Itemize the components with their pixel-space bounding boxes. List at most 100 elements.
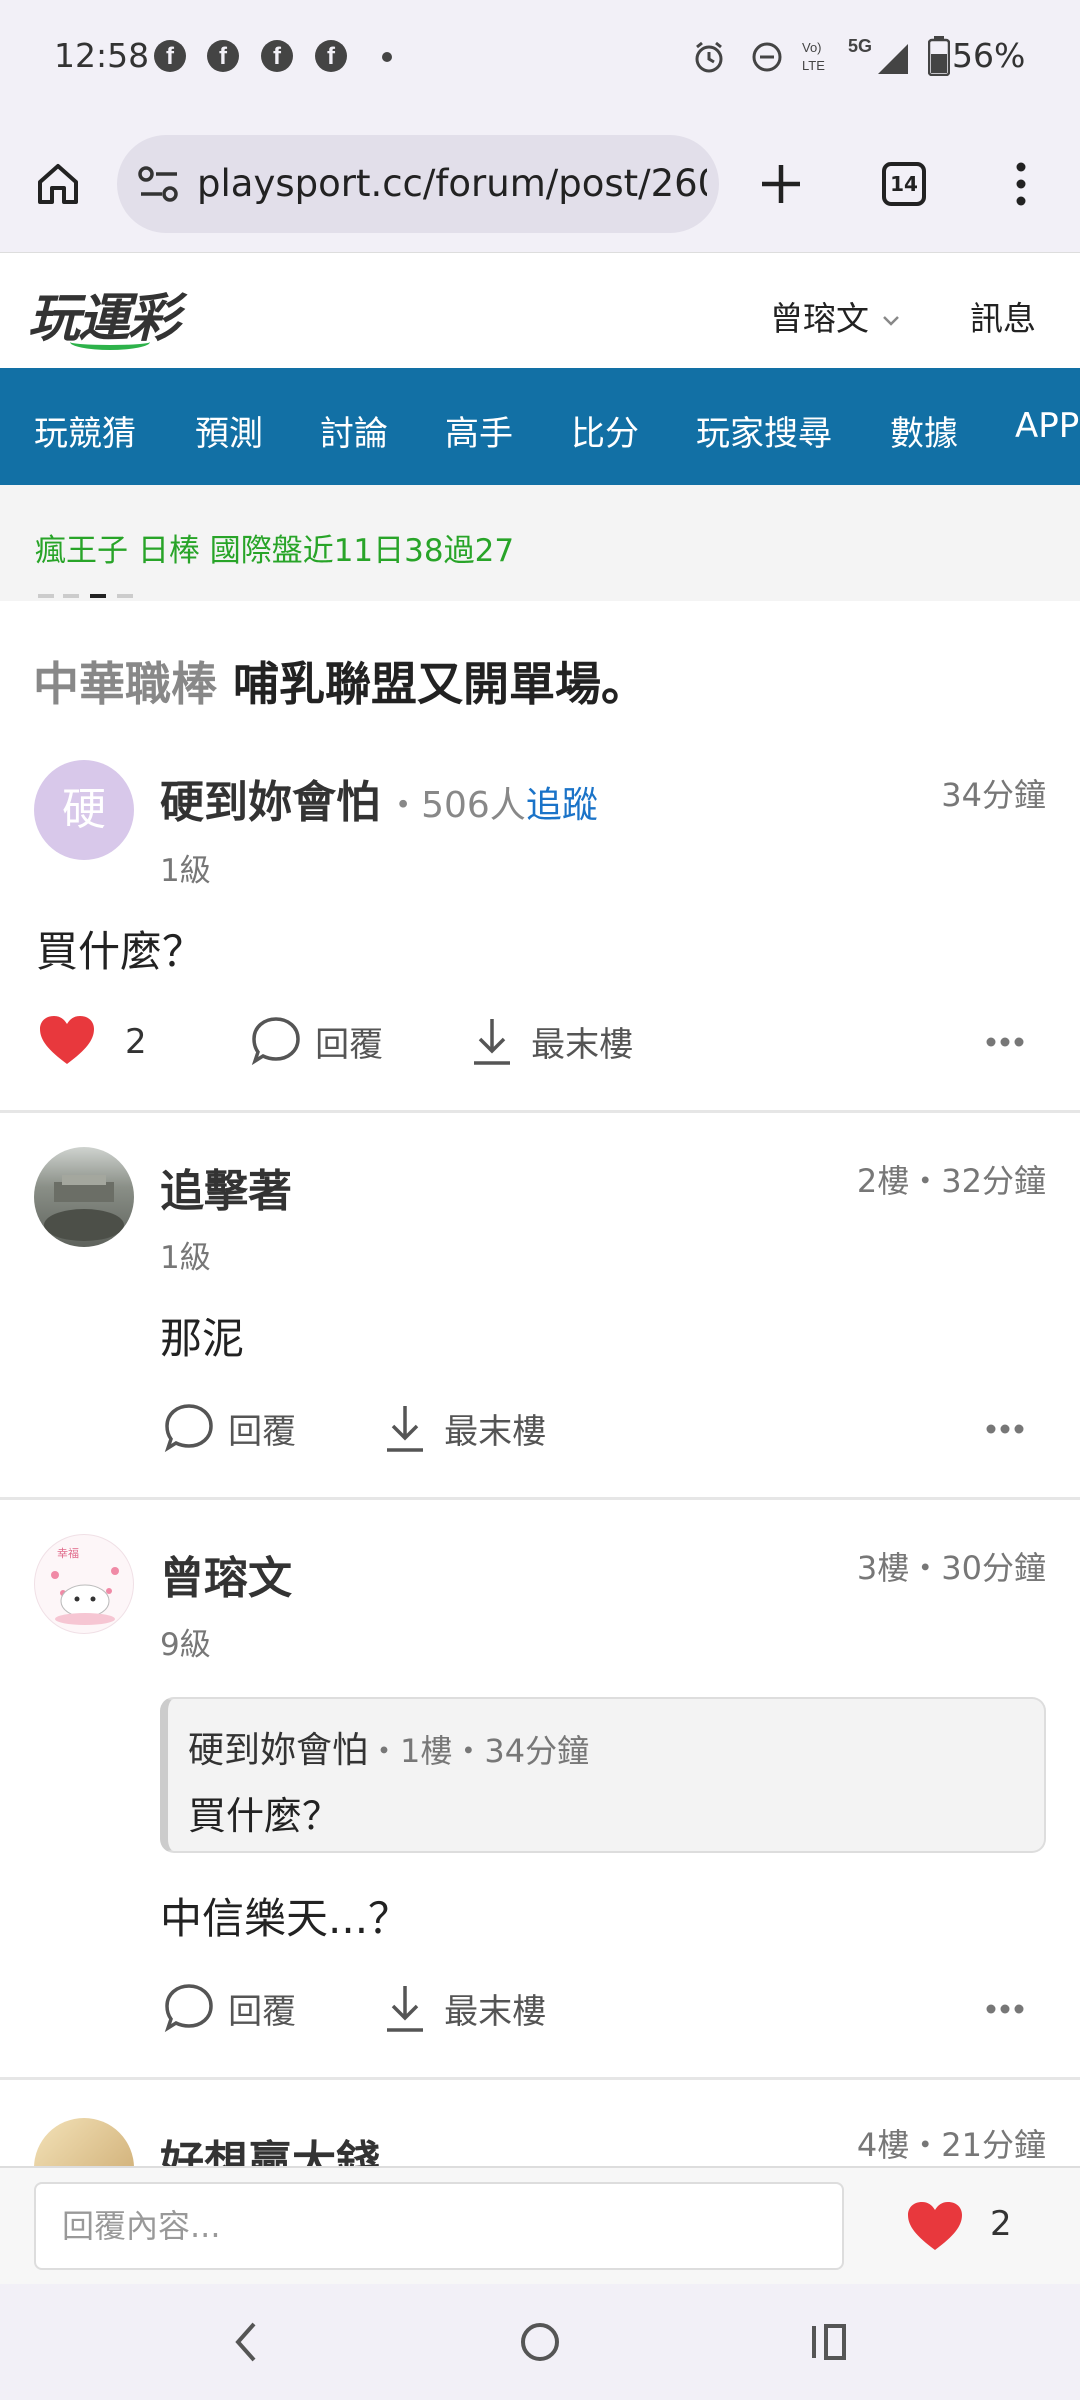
post-category[interactable]: 中華職棒 xyxy=(33,657,217,711)
reply-button[interactable]: 回覆 xyxy=(250,1015,383,1067)
username[interactable]: 好想贏大錢 xyxy=(160,2126,380,2166)
nav-item-discuss[interactable]: 討論 xyxy=(320,406,388,455)
follow-link[interactable]: 追蹤 xyxy=(526,785,598,826)
last-floor-button[interactable]: 最末樓 xyxy=(383,1402,546,1454)
pager-dot xyxy=(117,594,133,598)
last-floor-label: 最末樓 xyxy=(531,1024,634,1065)
quote-username: 硬到妳會怕 xyxy=(188,1730,369,1771)
heart-icon[interactable] xyxy=(906,2200,964,2252)
ticker-banner[interactable]: 瘋王子 日棒 國際盤近11日38過27 xyxy=(0,485,1080,601)
signal-5g-icon: 5G xyxy=(848,36,908,74)
svg-text:Vo): Vo) xyxy=(802,40,822,55)
post-title-text: 哺乳聯盟又開單場。 xyxy=(233,657,648,711)
username[interactable]: 硬到妳會怕 xyxy=(160,777,380,828)
username[interactable]: 追擊著 xyxy=(160,1155,292,1219)
svg-text:幸福: 幸福 xyxy=(57,1546,79,1560)
nav-item-app[interactable]: APP xyxy=(1015,406,1079,446)
last-floor-button[interactable]: 最末樓 xyxy=(383,1982,546,2034)
user-menu-button[interactable]: 曾瑢文 xyxy=(770,292,902,340)
pager-dot xyxy=(63,594,79,598)
post-divider xyxy=(0,1110,1080,1113)
post-4-clip: 好想贏大錢 4樓・21分鐘 xyxy=(0,2080,1080,2166)
battery-percent: 56% xyxy=(952,36,1026,75)
avatar[interactable] xyxy=(34,1147,134,1247)
reply-bar: 2 xyxy=(0,2166,1080,2284)
more-options-icon[interactable] xyxy=(985,1422,1025,1436)
comment-icon xyxy=(251,1017,300,1066)
pager-dot xyxy=(38,594,54,598)
avatar[interactable] xyxy=(34,2118,134,2166)
quoted-reply[interactable]: 硬到妳會怕・1樓・34分鐘 買什麼？ xyxy=(160,1697,1046,1853)
last-floor-label: 最末樓 xyxy=(444,1411,547,1452)
comment-icon xyxy=(164,1984,213,2033)
tab-switcher-button[interactable]: 14 xyxy=(882,162,926,206)
username[interactable]: 曾瑢文 xyxy=(160,1542,292,1606)
download-arrow-icon xyxy=(474,1019,510,1065)
post-title: 中華職棒 哺乳聯盟又開單場。 xyxy=(33,648,647,714)
status-bar: 12:58 f f f f Vo) LTE 5G 56% xyxy=(0,0,1080,115)
post-meta: 34分鐘 xyxy=(941,776,1046,814)
user-level: 1級 xyxy=(160,853,211,889)
followers-count: ・506人 xyxy=(385,785,526,826)
battery-icon xyxy=(928,36,950,76)
facebook-icon: f xyxy=(154,40,186,72)
new-tab-icon[interactable] xyxy=(758,161,804,207)
url-text[interactable]: playsport.cc/forum/post/260 xyxy=(197,162,707,205)
nav-item-predict[interactable]: 預測 xyxy=(195,406,263,455)
reply-label: 回覆 xyxy=(315,1024,384,1065)
ticker-text[interactable]: 瘋王子 日棒 國際盤近11日38過27 xyxy=(35,525,514,570)
user-level: 1級 xyxy=(160,1240,211,1276)
svg-text:LTE: LTE xyxy=(802,58,825,73)
quote-text: 買什麼？ xyxy=(188,1794,341,1838)
reply-label: 回覆 xyxy=(228,1991,297,2032)
nav-item-player-search[interactable]: 玩家搜尋 xyxy=(696,406,832,455)
avatar[interactable]: 硬 xyxy=(34,760,134,860)
facebook-icon: f xyxy=(315,40,347,72)
home-icon[interactable] xyxy=(34,160,82,208)
volte-icon: Vo) LTE xyxy=(802,40,825,73)
post-author-line: 硬到妳會怕 ・506人追蹤 xyxy=(160,766,598,830)
user-menu-label: 曾瑢文 xyxy=(770,299,869,338)
alarm-icon xyxy=(695,41,723,73)
nav-item-data[interactable]: 數據 xyxy=(890,406,958,455)
status-time: 12:58 xyxy=(54,36,150,75)
post-meta: 2樓・32分鐘 xyxy=(856,1162,1046,1200)
reply-button[interactable]: 回覆 xyxy=(163,1982,296,2034)
do-not-disturb-icon xyxy=(752,42,782,72)
home-circle-icon[interactable] xyxy=(518,2320,562,2364)
post-divider xyxy=(0,1497,1080,1500)
back-icon[interactable] xyxy=(228,2318,262,2366)
post-meta: 4樓・21分鐘 xyxy=(856,2126,1046,2164)
download-arrow-icon xyxy=(387,1406,423,1452)
post-content: 中信樂天...？ xyxy=(160,1894,411,1943)
site-settings-icon[interactable] xyxy=(137,163,181,205)
avatar[interactable]: 幸福 xyxy=(34,1534,134,1634)
nav-item-experts[interactable]: 高手 xyxy=(445,406,513,455)
reply-button[interactable]: 回覆 xyxy=(163,1402,296,1454)
browser-toolbar: playsport.cc/forum/post/260 14 xyxy=(0,115,1080,253)
browser-menu-icon[interactable] xyxy=(1006,159,1036,209)
quote-meta: ・1樓・34分鐘 xyxy=(368,1732,590,1770)
facebook-icon: f xyxy=(261,40,293,72)
reply-label: 回覆 xyxy=(228,1411,297,1452)
reply-input[interactable] xyxy=(34,2182,844,2270)
last-floor-button[interactable]: 最末樓 xyxy=(470,1015,633,1067)
more-options-icon[interactable] xyxy=(985,2002,1025,2016)
system-navigation-bar xyxy=(0,2284,1080,2400)
messages-link[interactable]: 訊息 xyxy=(970,292,1036,340)
heart-icon[interactable] xyxy=(38,1014,96,1066)
quote-header: 硬到妳會怕・1樓・34分鐘 xyxy=(188,1721,589,1773)
facebook-icon: f xyxy=(207,40,239,72)
svg-text:5G: 5G xyxy=(848,36,872,56)
nav-item-play-guess[interactable]: 玩競猜 xyxy=(34,406,136,455)
user-level: 9級 xyxy=(160,1627,211,1663)
address-bar[interactable]: playsport.cc/forum/post/260 xyxy=(117,135,719,233)
more-options-icon[interactable] xyxy=(985,1035,1025,1049)
comment-icon xyxy=(164,1404,213,1453)
logo-swoosh xyxy=(70,334,150,350)
nav-item-scores[interactable]: 比分 xyxy=(571,406,639,455)
site-header: 玩運彩 曾瑢文 訊息 xyxy=(0,254,1080,368)
more-notifications-icon xyxy=(382,52,392,62)
recent-apps-icon[interactable] xyxy=(808,2320,852,2364)
post-content: 買什麼？ xyxy=(36,927,205,976)
